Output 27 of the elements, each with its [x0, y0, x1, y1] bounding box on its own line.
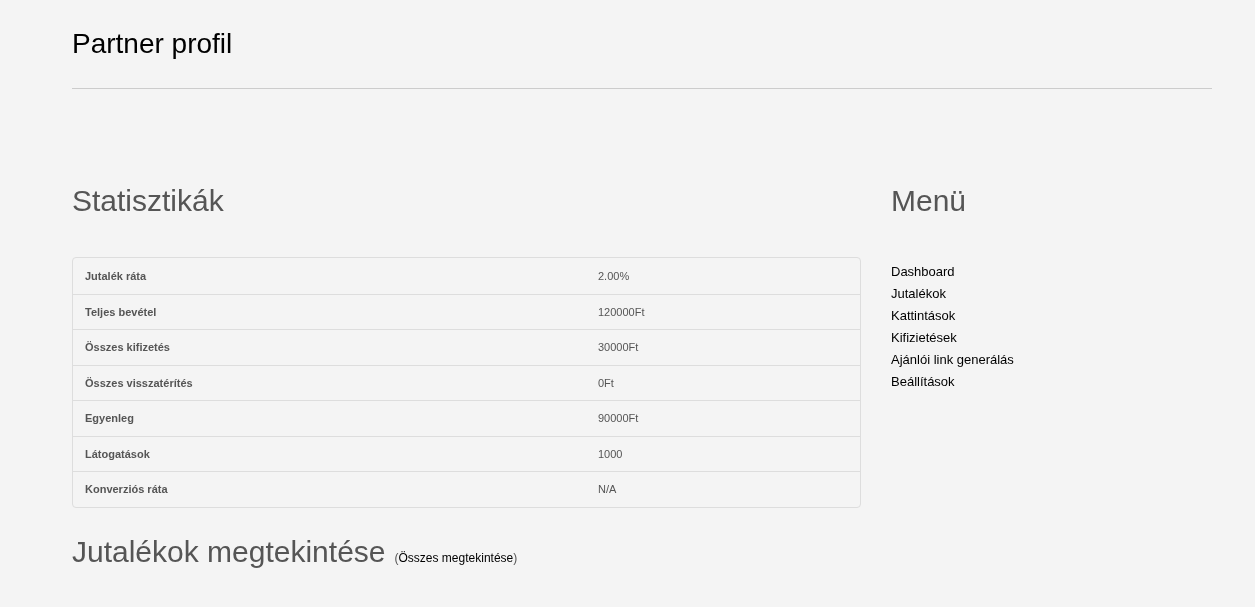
view-all-link[interactable]: Összes megtekintése [398, 548, 514, 567]
page-title: Partner profil [72, 27, 233, 61]
stat-value: 2.00% [598, 269, 630, 282]
menu-link[interactable]: Beállítások [891, 371, 955, 393]
parenthesis: ( [394, 549, 399, 567]
stat-value: 0Ft [598, 376, 614, 389]
stat-label: Látogatások [85, 447, 150, 460]
menu-link[interactable]: Ajánlói link generálás [891, 349, 1014, 371]
section-heading: Menü [891, 183, 967, 219]
menu-link[interactable]: Kattintások [891, 305, 956, 327]
parenthesis: ) [513, 549, 518, 567]
section-heading: Statisztikák [72, 183, 224, 219]
stat-label: Jutalék ráta [85, 269, 147, 282]
menu-link[interactable]: Dashboard [891, 261, 955, 283]
stat-value: N/A [598, 483, 617, 495]
section-heading: Jutalékok megtekintése [72, 533, 386, 570]
stat-value: 90000Ft [598, 412, 639, 424]
stat-label: Összes visszatérítés [85, 376, 193, 389]
menu-link[interactable]: Jutalékok [891, 283, 946, 305]
stat-label: Konverziós ráta [85, 483, 168, 495]
stat-label: Egyenleg [85, 412, 134, 424]
menu-link[interactable]: Kifizietések [891, 327, 957, 349]
stat-value: 1000 [598, 447, 623, 460]
stat-label: Teljes bevétel [85, 305, 157, 318]
stat-label: Összes kifizetés [85, 341, 170, 353]
stat-value: 30000Ft [598, 341, 639, 353]
stat-value: 120000Ft [598, 305, 645, 318]
